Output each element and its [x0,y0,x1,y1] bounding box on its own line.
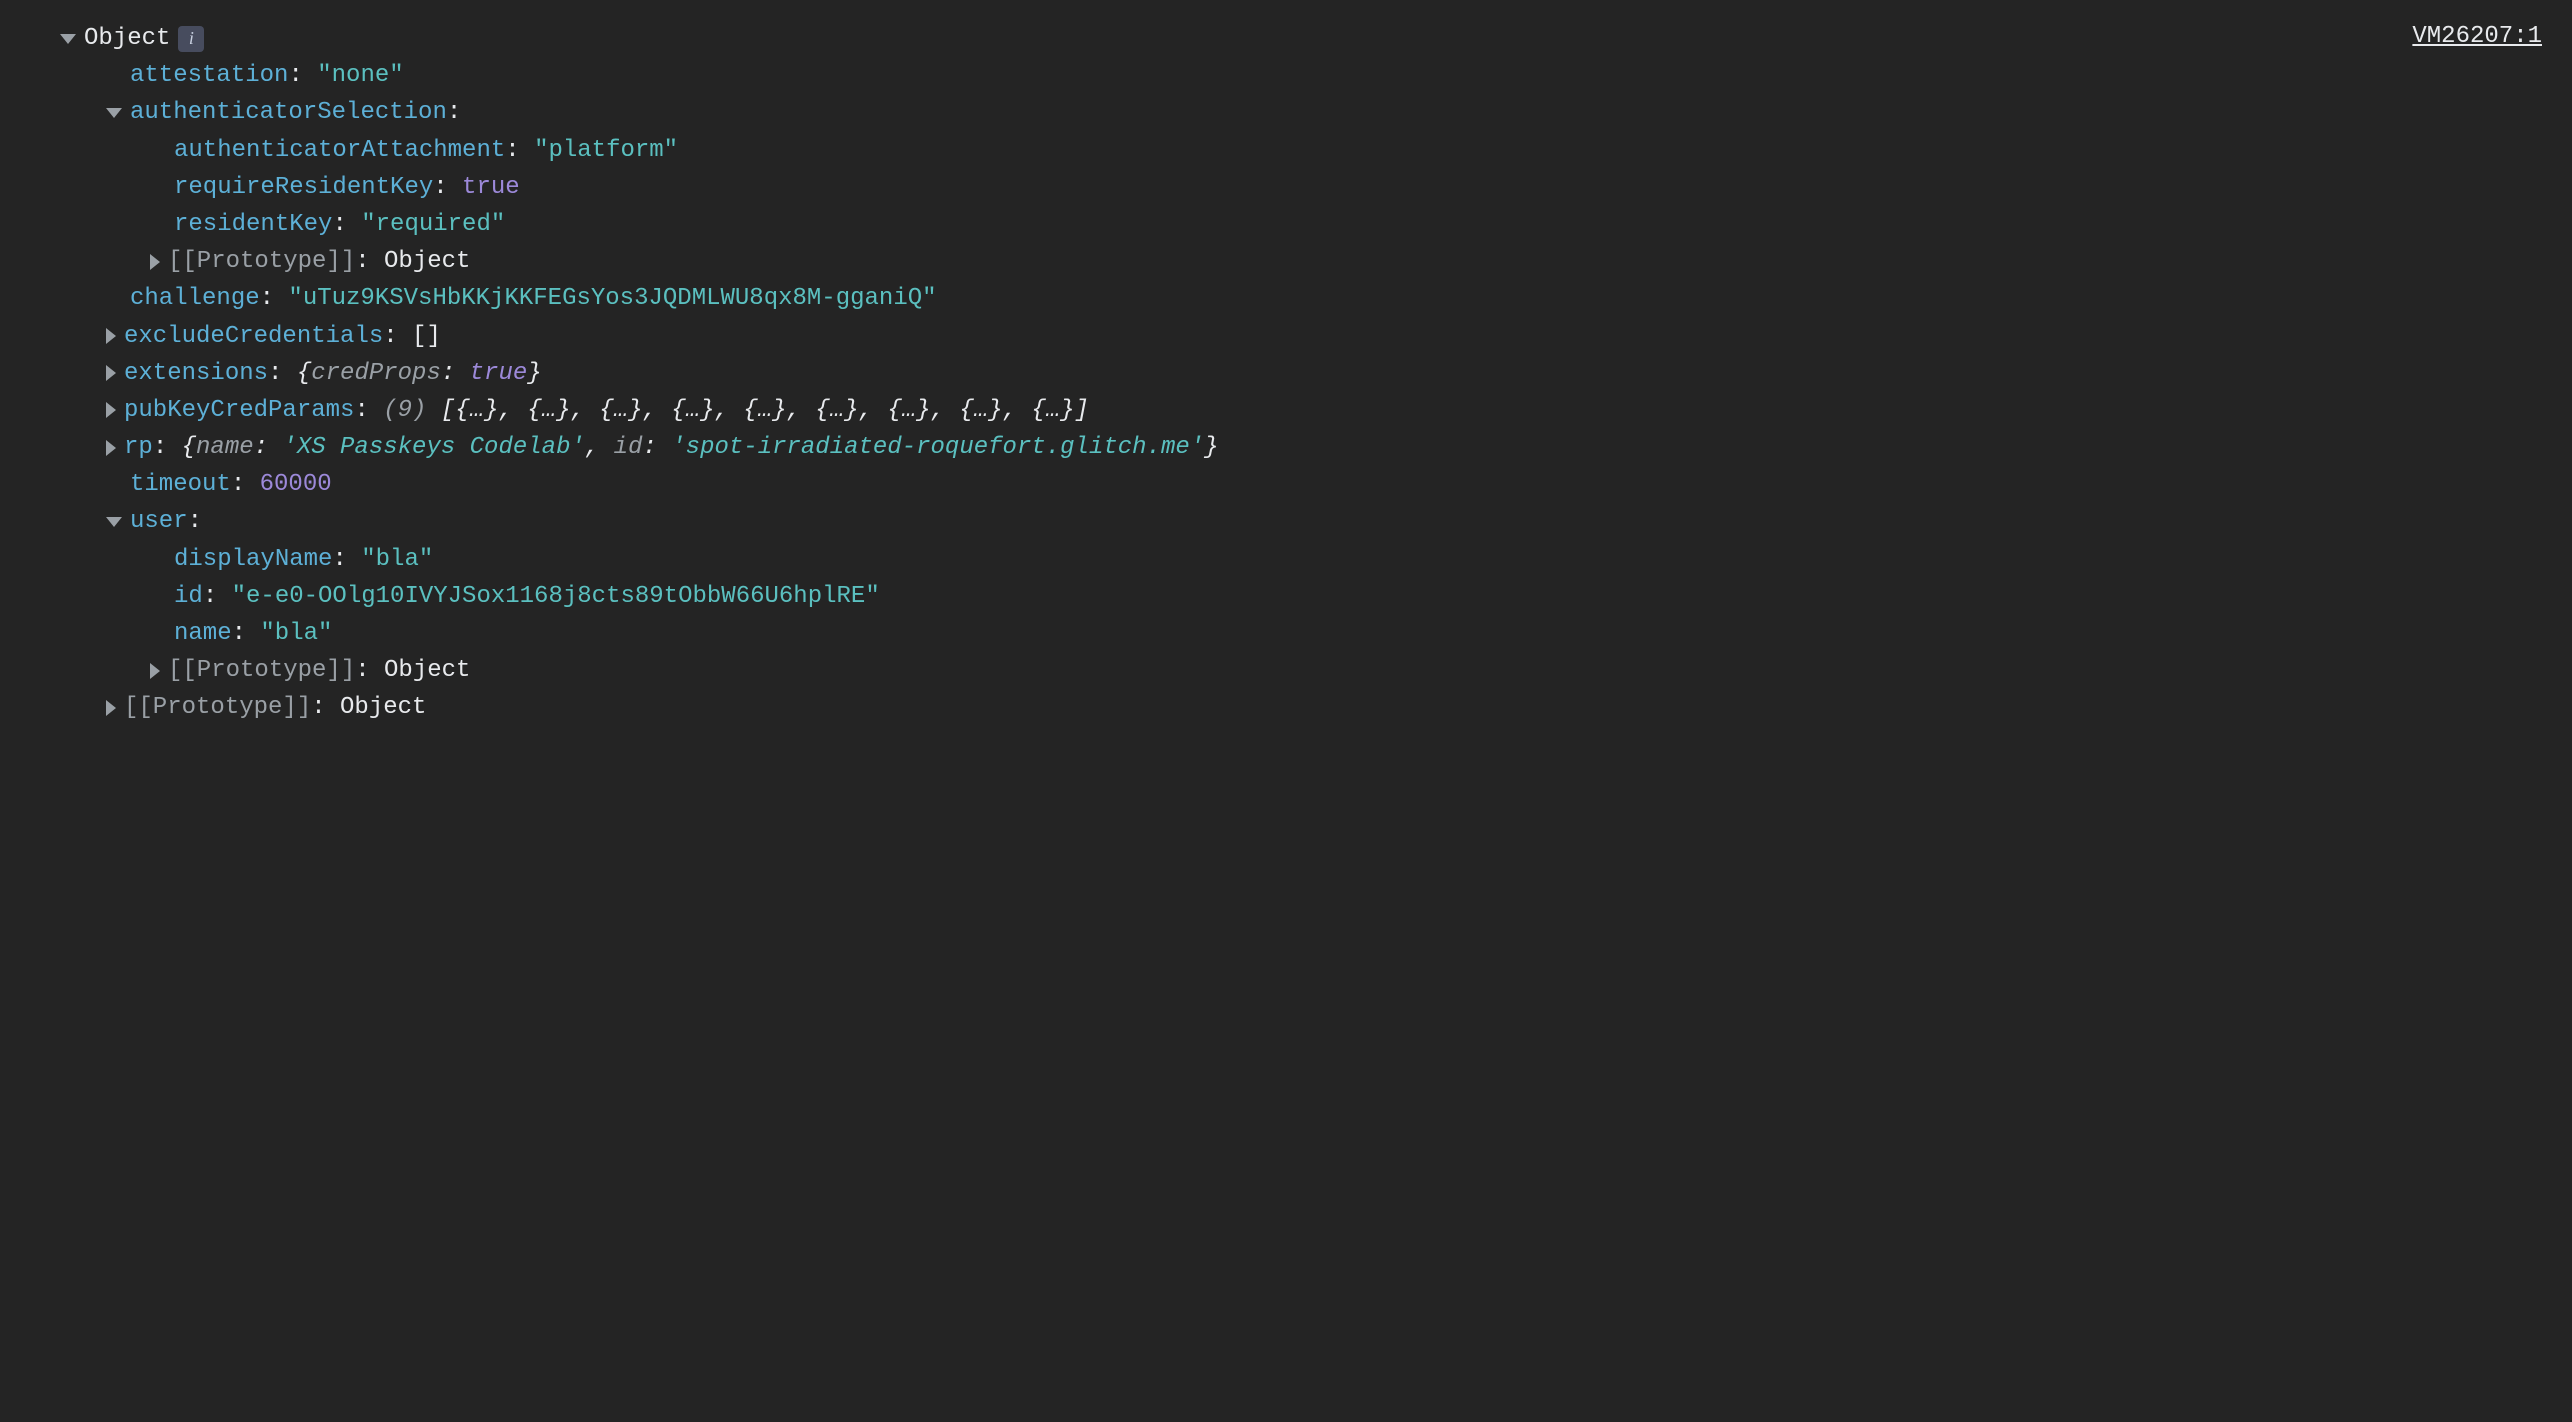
chevron-right-icon [150,254,160,270]
object-label: Object [84,20,170,57]
prop-value: true [462,169,520,206]
prop-key: displayName [174,541,332,578]
prop-rp[interactable]: rp: {name:'XS Passkeys Codelab',id:'spot… [30,429,2542,466]
prop-user-display-name[interactable]: displayName: "bla" [30,541,2542,578]
chevron-right-icon [106,440,116,456]
chevron-right-icon [106,700,116,716]
inner-key: name [196,429,254,466]
prop-attestation[interactable]: attestation: "none" [30,57,2542,94]
prop-value: 60000 [260,466,332,503]
brace-close: } [1204,429,1218,466]
prop-key: excludeCredentials [124,318,383,355]
source-link[interactable]: VM26207:1 [2412,18,2542,55]
prop-value: [] [412,318,441,355]
chevron-right-icon [106,402,116,418]
prop-key: residentKey [174,206,332,243]
brace-open: { [297,355,311,392]
chevron-down-icon [106,517,122,527]
prop-pubkey-cred-params[interactable]: pubKeyCredParams: (9) [{…}, {…}, {…}, {…… [30,392,2542,429]
brace-open: { [182,429,196,466]
array-count: (9) [383,392,426,429]
prop-value: "platform" [534,132,678,169]
prop-prototype[interactable]: [[Prototype]]: Object [30,652,2542,689]
prop-key: [[Prototype]] [124,689,311,726]
prop-value: "uTuz9KSVsHbKKjKKFEGsYos3JQDMLWU8qx8M-gg… [288,280,936,317]
prop-authenticator-selection[interactable]: authenticatorSelection: [30,94,2542,131]
prop-value: "none" [317,57,403,94]
inner-key: id [614,429,643,466]
object-root[interactable]: Object i [30,20,2542,57]
prop-timeout[interactable]: timeout: 60000 [30,466,2542,503]
prop-value: "required" [361,206,505,243]
prop-user-name[interactable]: name: "bla" [30,615,2542,652]
chevron-right-icon [106,328,116,344]
prop-key: pubKeyCredParams [124,392,354,429]
prop-value: "bla" [361,541,433,578]
prop-prototype[interactable]: [[Prototype]]: Object [30,689,2542,726]
chevron-down-icon [106,108,122,118]
inner-key: credProps [311,355,441,392]
prop-value: Object [384,243,470,280]
chevron-right-icon [150,663,160,679]
prop-value: "e-e0-OOlg10IVYJSox1168j8cts89tObbW66U6h… [232,578,880,615]
prop-key: id [174,578,203,615]
prop-extensions[interactable]: extensions: {credProps:true} [30,355,2542,392]
prop-key: requireResidentKey [174,169,433,206]
prop-key: attestation [130,57,288,94]
prop-key: name [174,615,232,652]
prop-key: authenticatorSelection [130,94,447,131]
chevron-right-icon [106,365,116,381]
prop-challenge[interactable]: challenge: "uTuz9KSVsHbKKjKKFEGsYos3JQDM… [30,280,2542,317]
prop-value: "bla" [260,615,332,652]
prop-key: rp [124,429,153,466]
chevron-down-icon [60,34,76,44]
prop-key: [[Prototype]] [168,652,355,689]
inner-value: true [470,355,528,392]
prop-key: challenge [130,280,260,317]
prop-value: Object [340,689,426,726]
prop-key: extensions [124,355,268,392]
prop-user-id[interactable]: id: "e-e0-OOlg10IVYJSox1168j8cts89tObbW6… [30,578,2542,615]
inner-value: 'spot-irradiated-roquefort.glitch.me' [671,429,1204,466]
info-icon[interactable]: i [178,26,204,52]
prop-require-resident-key[interactable]: requireResidentKey: true [30,169,2542,206]
array-preview: [{…}, {…}, {…}, {…}, {…}, {…}, {…}, {…},… [441,392,1089,429]
prop-key: user [130,503,188,540]
brace-close: } [527,355,541,392]
inner-value: 'XS Passkeys Codelab' [282,429,584,466]
prop-resident-key[interactable]: residentKey: "required" [30,206,2542,243]
prop-value: Object [384,652,470,689]
prop-user[interactable]: user: [30,503,2542,540]
prop-authenticator-attachment[interactable]: authenticatorAttachment: "platform" [30,132,2542,169]
prop-key: [[Prototype]] [168,243,355,280]
prop-key: authenticatorAttachment [174,132,505,169]
prop-key: timeout [130,466,231,503]
prop-prototype[interactable]: [[Prototype]]: Object [30,243,2542,280]
prop-exclude-credentials[interactable]: excludeCredentials: [] [30,318,2542,355]
